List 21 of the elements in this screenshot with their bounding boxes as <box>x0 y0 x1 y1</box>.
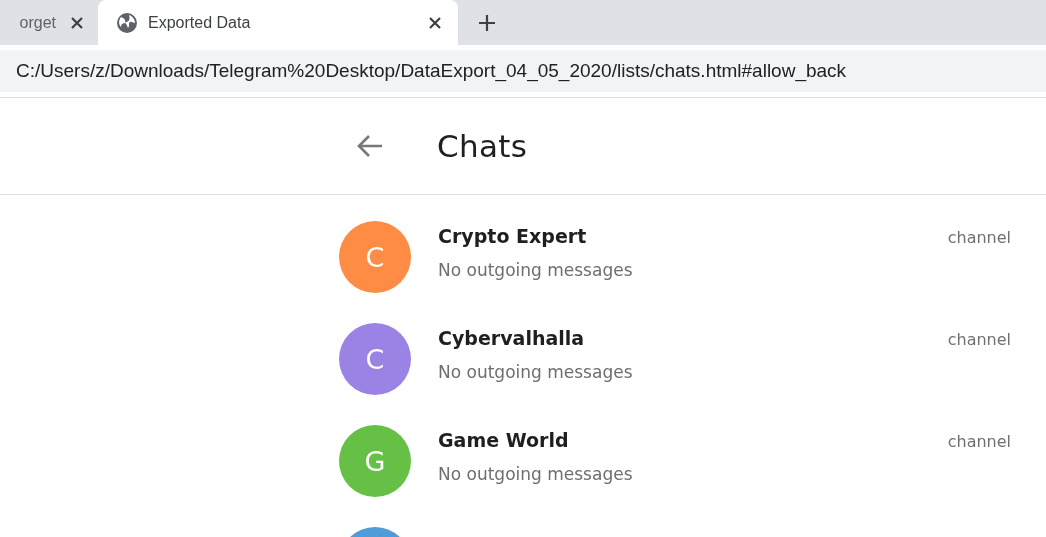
chat-name[interactable]: Game World <box>438 429 569 451</box>
browser-tab[interactable]: orget <box>0 0 98 45</box>
chat-type: channel <box>947 432 1011 451</box>
avatar: G <box>339 425 411 497</box>
new-tab-icon[interactable] <box>478 13 496 32</box>
chat-name[interactable]: Cybervalhalla <box>438 327 585 349</box>
chat-type: channel <box>947 330 1011 349</box>
chat-subtitle: No outgoing messages <box>438 260 633 280</box>
browser-tab[interactable]: Exported Data <box>98 0 458 45</box>
chat-subtitle: No outgoing messages <box>438 362 633 382</box>
avatar: C <box>339 221 411 293</box>
close-icon[interactable] <box>70 15 84 30</box>
avatar: C <box>339 323 411 395</box>
globe-icon <box>116 11 138 34</box>
back-arrow-icon[interactable] <box>356 134 383 158</box>
chat-subtitle: No outgoing messages <box>438 464 633 484</box>
address-bar[interactable]: C:/Users/z/Downloads/Telegram%20Desktop/DataExport_04_05_2020/lists/chats.html#allow_back <box>0 50 1046 92</box>
close-icon[interactable] <box>428 15 442 30</box>
chat-type: channel <box>947 228 1011 247</box>
page-title: Chats <box>437 128 528 164</box>
chat-name[interactable]: Crypto Expert <box>438 225 587 247</box>
